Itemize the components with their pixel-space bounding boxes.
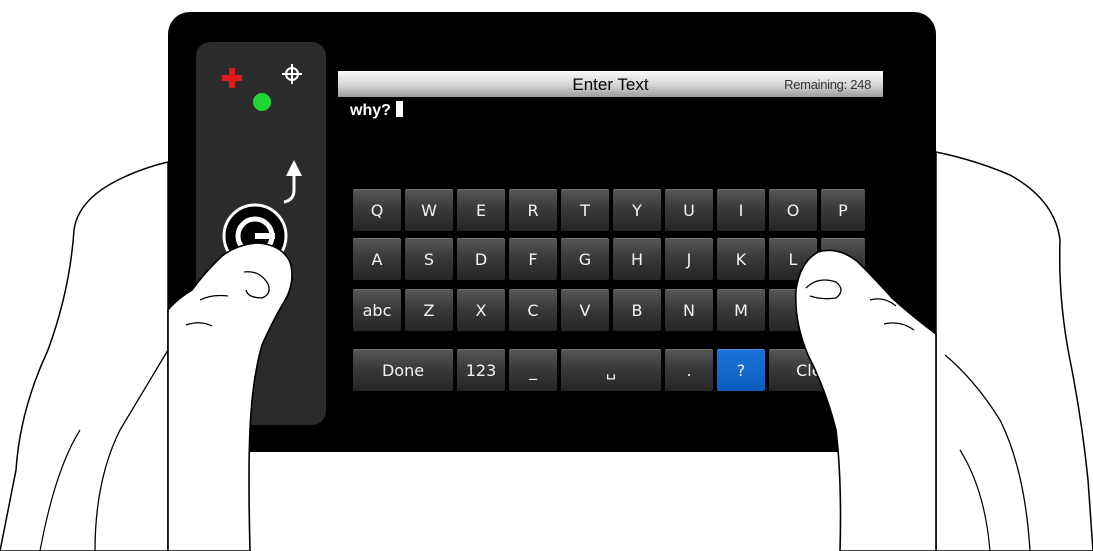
- right-hand-icon: [935, 151, 1093, 551]
- hands-illustration: [0, 151, 1093, 551]
- left-hand-icon: [0, 161, 169, 551]
- left-thumb-icon: [167, 242, 293, 551]
